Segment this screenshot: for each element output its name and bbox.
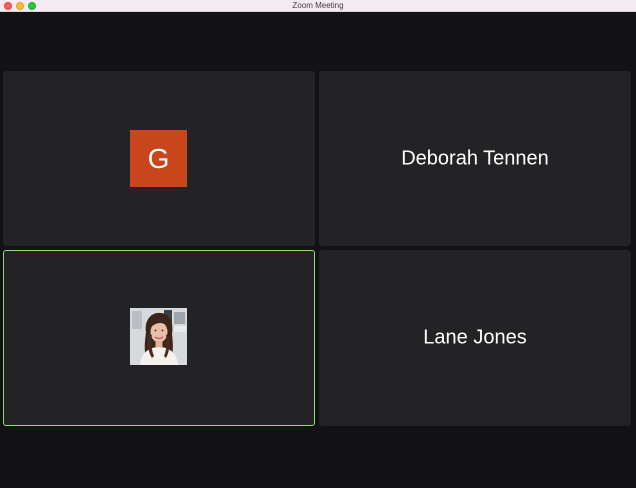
participant-photo-avatar: [130, 308, 187, 365]
participant-tile-active-speaker[interactable]: [3, 250, 315, 426]
participant-tile-g[interactable]: G: [3, 71, 315, 246]
participant-name: Deborah Tennen: [401, 147, 549, 169]
participant-initial: G: [147, 143, 170, 174]
zoom-meeting-window: Zoom Meeting G Deborah Tennen Lane Jones: [0, 0, 636, 488]
participant-tile-lane-jones[interactable]: Lane Jones: [319, 250, 631, 426]
participant-tile-deborah-tennen[interactable]: Deborah Tennen: [319, 71, 631, 246]
participant-initial-avatar: G: [130, 130, 187, 187]
title-bar[interactable]: Zoom Meeting: [0, 0, 636, 12]
window-title: Zoom Meeting: [292, 1, 344, 10]
participant-name: Lane Jones: [423, 326, 527, 349]
